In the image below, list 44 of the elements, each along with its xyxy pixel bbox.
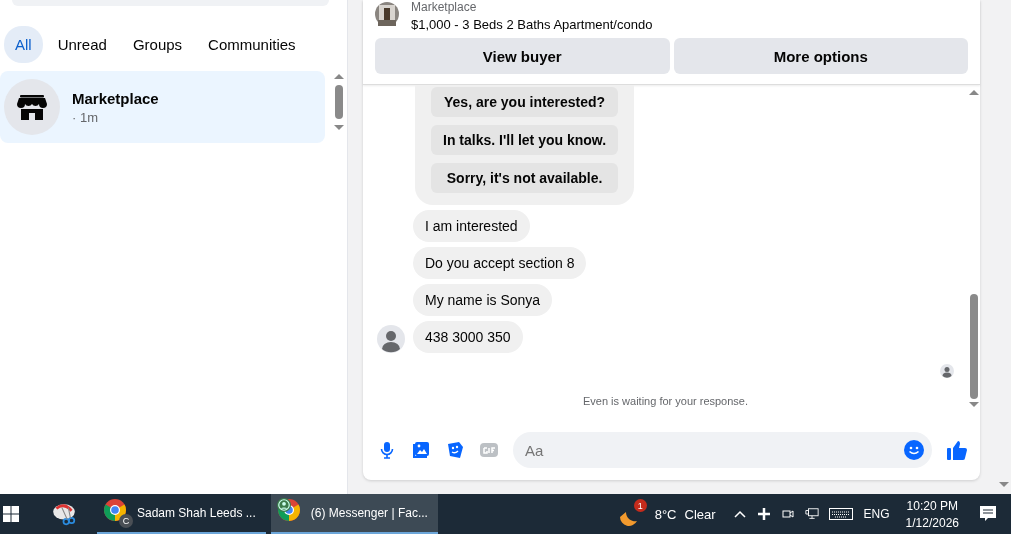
- camera-icon[interactable]: [780, 507, 795, 521]
- language-indicator[interactable]: ENG: [863, 507, 890, 521]
- notification-icon[interactable]: [979, 505, 997, 523]
- quick-reply-button[interactable]: Yes, are you interested?: [431, 87, 619, 117]
- taskbar-app[interactable]: (6) Messenger | Fac...: [270, 494, 438, 534]
- image-icon[interactable]: [411, 440, 431, 460]
- profile-badge: C: [119, 514, 133, 528]
- conversation-name: Marketplace: [72, 89, 159, 107]
- action-button[interactable]: View buyer: [375, 38, 670, 74]
- thumbs-up-icon[interactable]: [946, 439, 968, 461]
- message-bubble: 438 3000 350: [413, 321, 523, 353]
- message-bubble: My name is Sonya: [413, 284, 553, 316]
- sticker-icon[interactable]: [445, 440, 465, 460]
- taskbar-app[interactable]: C Sadam Shah Leeds ...: [97, 494, 266, 534]
- filter-tab[interactable]: Groups: [121, 26, 194, 63]
- filter-tab[interactable]: All: [4, 26, 43, 63]
- weather-text: Clear: [684, 506, 716, 522]
- quick-reply-button[interactable]: Sorry, it's not available.: [431, 163, 619, 193]
- message-bubble: Do you accept section 8: [413, 247, 587, 279]
- listing-title[interactable]: $1,000 - 3 Beds 2 Baths Apartment/condo: [411, 17, 653, 32]
- temperature-text: 8°C: [654, 506, 677, 522]
- conversation-item[interactable]: Marketplace · 1m: [0, 71, 325, 143]
- conversation-time: · 1m: [72, 109, 99, 125]
- action-button[interactable]: More options: [673, 38, 968, 74]
- emoji-icon[interactable]: [904, 440, 924, 460]
- quick-reply-button[interactable]: In talks. I'll let you know.: [431, 125, 619, 155]
- windows-start-icon[interactable]: [3, 506, 19, 522]
- filter-tab[interactable]: Unread: [46, 26, 118, 63]
- status-text: Even is waiting for your response.: [581, 395, 750, 407]
- notification-badge: 1: [633, 499, 647, 512]
- browser-icon: [103, 498, 127, 522]
- profile-icon: [276, 498, 291, 512]
- store-icon: [4, 79, 60, 135]
- message-input[interactable]: Aa: [513, 432, 932, 468]
- plus-icon[interactable]: [756, 507, 771, 521]
- listing-source: Marketplace: [411, 0, 478, 14]
- message-bubble: I am interested: [413, 210, 530, 242]
- clock-time[interactable]: 10:20 PM: [906, 498, 958, 513]
- filter-tab[interactable]: Communities: [197, 26, 307, 63]
- scissors-icon[interactable]: [51, 501, 77, 527]
- avatar-icon: [940, 364, 954, 378]
- clock-date[interactable]: 1/12/2026: [905, 515, 959, 530]
- monitor-icon[interactable]: [804, 507, 819, 521]
- keyboard-icon[interactable]: [828, 508, 853, 520]
